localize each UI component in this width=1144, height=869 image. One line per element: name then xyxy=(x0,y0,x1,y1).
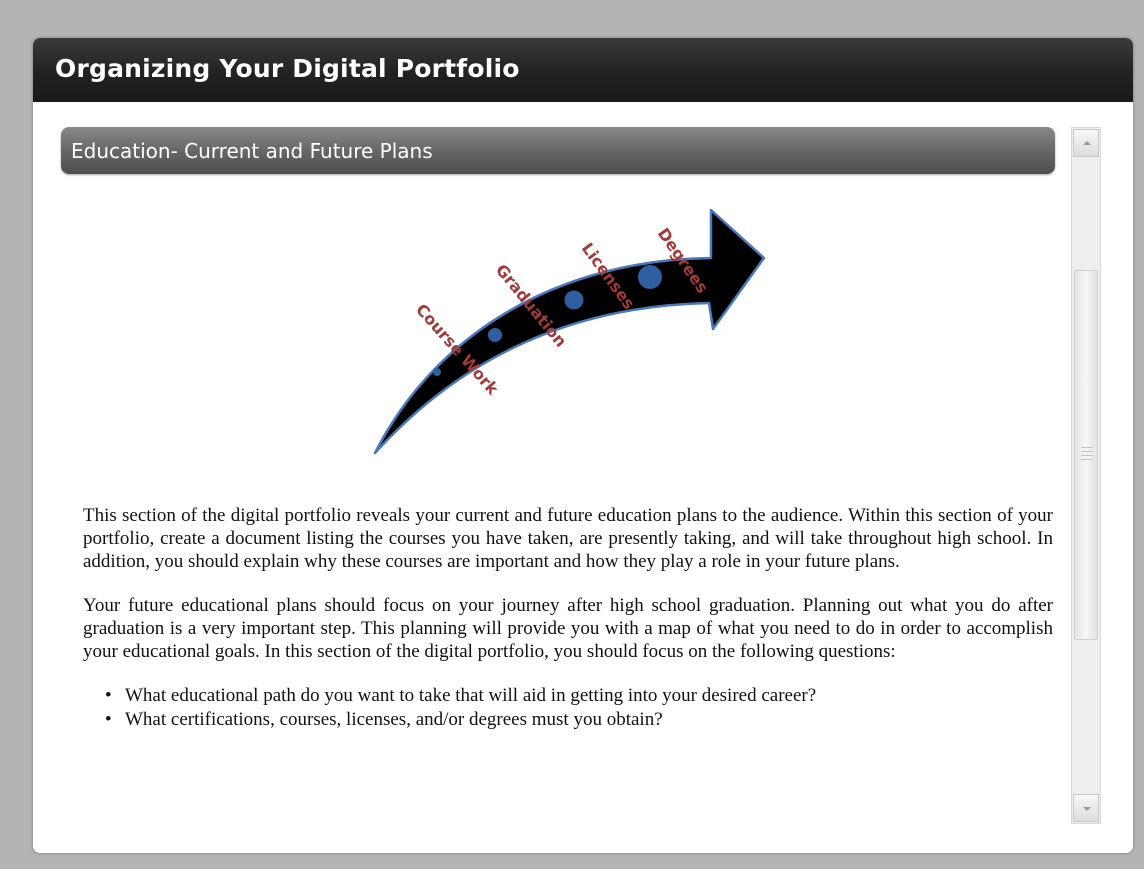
label-course-work-text: Course Work xyxy=(412,300,502,399)
content-body: This section of the digital portfolio re… xyxy=(83,504,1053,732)
milestone-dot-licenses xyxy=(564,290,584,310)
grip-line xyxy=(1081,459,1093,460)
milestone-dot-course-work xyxy=(433,368,441,376)
list-item: What educational path do you want to tak… xyxy=(105,684,1053,707)
grip-line xyxy=(1081,451,1093,452)
label-degrees: Degrees xyxy=(654,224,712,296)
label-licenses: Licenses xyxy=(578,239,639,313)
label-graduation: Graduation xyxy=(492,261,571,351)
milestone-dot-graduation xyxy=(488,328,502,342)
section-title: Education- Current and Future Plans xyxy=(71,139,433,163)
future-plans-paragraph: Your future educational plans should foc… xyxy=(83,595,1053,662)
arrow-up-icon xyxy=(1083,141,1091,145)
label-degrees-text: Degrees xyxy=(654,224,712,296)
list-item: What certifications, courses, licenses, … xyxy=(105,708,1053,731)
grip-line xyxy=(1081,455,1093,456)
section-header: Education- Current and Future Plans xyxy=(61,127,1055,174)
label-graduation-text: Graduation xyxy=(492,261,571,351)
label-licenses-text: Licenses xyxy=(578,239,639,313)
vertical-scrollbar[interactable] xyxy=(1071,127,1101,824)
milestone-dot-degrees xyxy=(638,265,662,289)
grip-line xyxy=(1081,447,1093,448)
scroll-thumb[interactable] xyxy=(1074,270,1098,640)
intro-paragraph: This section of the digital portfolio re… xyxy=(83,505,1053,572)
title-bar: Organizing Your Digital Portfolio xyxy=(33,38,1133,102)
lesson-window: Organizing Your Digital Portfolio Educat… xyxy=(33,38,1133,853)
arrow-shape xyxy=(373,208,766,455)
arrow-down-icon xyxy=(1083,807,1091,811)
window-title: Organizing Your Digital Portfolio xyxy=(55,54,520,83)
questions-list: What educational path do you want to tak… xyxy=(83,684,1053,731)
scroll-up-button[interactable] xyxy=(1073,129,1099,157)
label-course-work: Course Work xyxy=(412,300,502,399)
scroll-down-button[interactable] xyxy=(1073,794,1099,822)
